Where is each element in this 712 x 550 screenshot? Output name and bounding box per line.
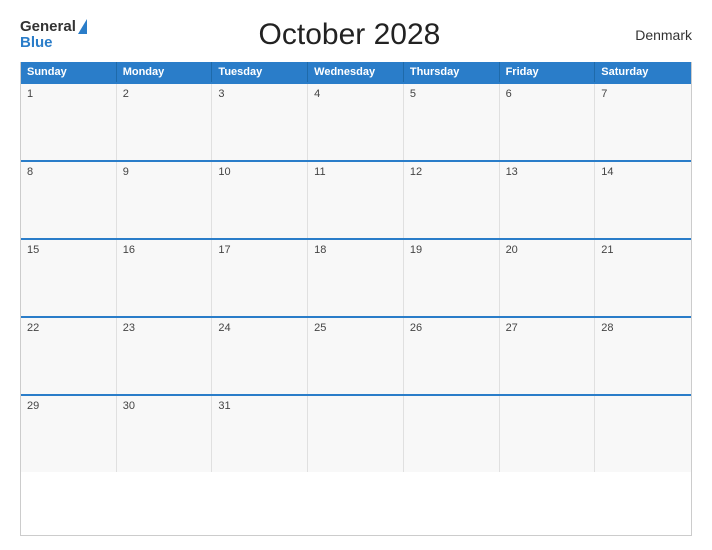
day-number: 16	[123, 244, 206, 256]
calendar-day-cell: 8	[21, 162, 117, 238]
header: General Blue October 2028 Denmark	[20, 18, 692, 52]
day-number: 10	[218, 166, 301, 178]
calendar-day-cell: 25	[308, 318, 404, 394]
day-number: 12	[410, 166, 493, 178]
calendar-day-cell: 19	[404, 240, 500, 316]
calendar-day-cell: 24	[212, 318, 308, 394]
day-number: 21	[601, 244, 685, 256]
calendar-day-cell: 29	[21, 396, 117, 472]
day-number: 15	[27, 244, 110, 256]
logo: General Blue	[20, 19, 87, 52]
calendar-day-cell: 7	[595, 84, 691, 160]
day-number: 4	[314, 88, 397, 100]
calendar-day-cell: 20	[500, 240, 596, 316]
calendar-header-row: SundayMondayTuesdayWednesdayThursdayFrid…	[21, 62, 691, 82]
calendar-header-cell: Thursday	[404, 62, 500, 82]
calendar-day-cell: 5	[404, 84, 500, 160]
day-number: 14	[601, 166, 685, 178]
calendar-day-cell: 6	[500, 84, 596, 160]
day-number: 28	[601, 322, 685, 334]
calendar-day-cell: 14	[595, 162, 691, 238]
country-label: Denmark	[612, 27, 692, 43]
calendar: SundayMondayTuesdayWednesdayThursdayFrid…	[20, 62, 692, 536]
day-number: 8	[27, 166, 110, 178]
day-number: 3	[218, 88, 301, 100]
calendar-day-cell: 9	[117, 162, 213, 238]
calendar-week-row: 15 16 17 18 19 20 21	[21, 238, 691, 316]
calendar-header-cell: Tuesday	[212, 62, 308, 82]
calendar-day-cell	[404, 396, 500, 472]
calendar-day-cell: 23	[117, 318, 213, 394]
day-number: 13	[506, 166, 589, 178]
day-number: 2	[123, 88, 206, 100]
calendar-day-cell: 10	[212, 162, 308, 238]
day-number: 18	[314, 244, 397, 256]
calendar-day-cell: 21	[595, 240, 691, 316]
calendar-day-cell: 11	[308, 162, 404, 238]
calendar-day-cell: 3	[212, 84, 308, 160]
day-number: 17	[218, 244, 301, 256]
day-number: 27	[506, 322, 589, 334]
calendar-day-cell: 4	[308, 84, 404, 160]
calendar-header-cell: Wednesday	[308, 62, 404, 82]
logo-blue-text: Blue	[20, 35, 87, 52]
day-number: 29	[27, 400, 110, 412]
calendar-day-cell: 2	[117, 84, 213, 160]
calendar-day-cell: 12	[404, 162, 500, 238]
calendar-day-cell: 26	[404, 318, 500, 394]
calendar-day-cell: 13	[500, 162, 596, 238]
calendar-title: October 2028	[87, 18, 612, 52]
day-number: 30	[123, 400, 206, 412]
day-number: 31	[218, 400, 301, 412]
calendar-day-cell: 27	[500, 318, 596, 394]
calendar-header-cell: Sunday	[21, 62, 117, 82]
calendar-day-cell: 17	[212, 240, 308, 316]
day-number: 25	[314, 322, 397, 334]
day-number: 26	[410, 322, 493, 334]
day-number: 24	[218, 322, 301, 334]
day-number: 7	[601, 88, 685, 100]
calendar-day-cell: 16	[117, 240, 213, 316]
logo-general-text: General	[20, 19, 76, 36]
calendar-day-cell	[308, 396, 404, 472]
calendar-day-cell: 18	[308, 240, 404, 316]
calendar-day-cell: 30	[117, 396, 213, 472]
calendar-header-cell: Friday	[500, 62, 596, 82]
calendar-body: 1234567891011121314151617181920212223242…	[21, 82, 691, 472]
calendar-day-cell: 1	[21, 84, 117, 160]
calendar-day-cell	[595, 396, 691, 472]
day-number: 6	[506, 88, 589, 100]
day-number: 20	[506, 244, 589, 256]
day-number: 23	[123, 322, 206, 334]
calendar-week-row: 1234567	[21, 82, 691, 160]
calendar-week-row: 22 23 24 25 26 27 28	[21, 316, 691, 394]
page: General Blue October 2028 Denmark Sunday…	[0, 0, 712, 550]
calendar-day-cell: 28	[595, 318, 691, 394]
calendar-day-cell: 15	[21, 240, 117, 316]
day-number: 11	[314, 166, 397, 178]
calendar-week-row: 29 30 31	[21, 394, 691, 472]
day-number: 5	[410, 88, 493, 100]
day-number: 19	[410, 244, 493, 256]
day-number: 22	[27, 322, 110, 334]
day-number: 9	[123, 166, 206, 178]
calendar-header-cell: Saturday	[595, 62, 691, 82]
calendar-header-cell: Monday	[117, 62, 213, 82]
calendar-week-row: 8 9 10 11 12 13 14	[21, 160, 691, 238]
calendar-day-cell: 31	[212, 396, 308, 472]
calendar-day-cell: 22	[21, 318, 117, 394]
day-number: 1	[27, 88, 110, 100]
logo-triangle-icon	[78, 19, 87, 34]
calendar-day-cell	[500, 396, 596, 472]
